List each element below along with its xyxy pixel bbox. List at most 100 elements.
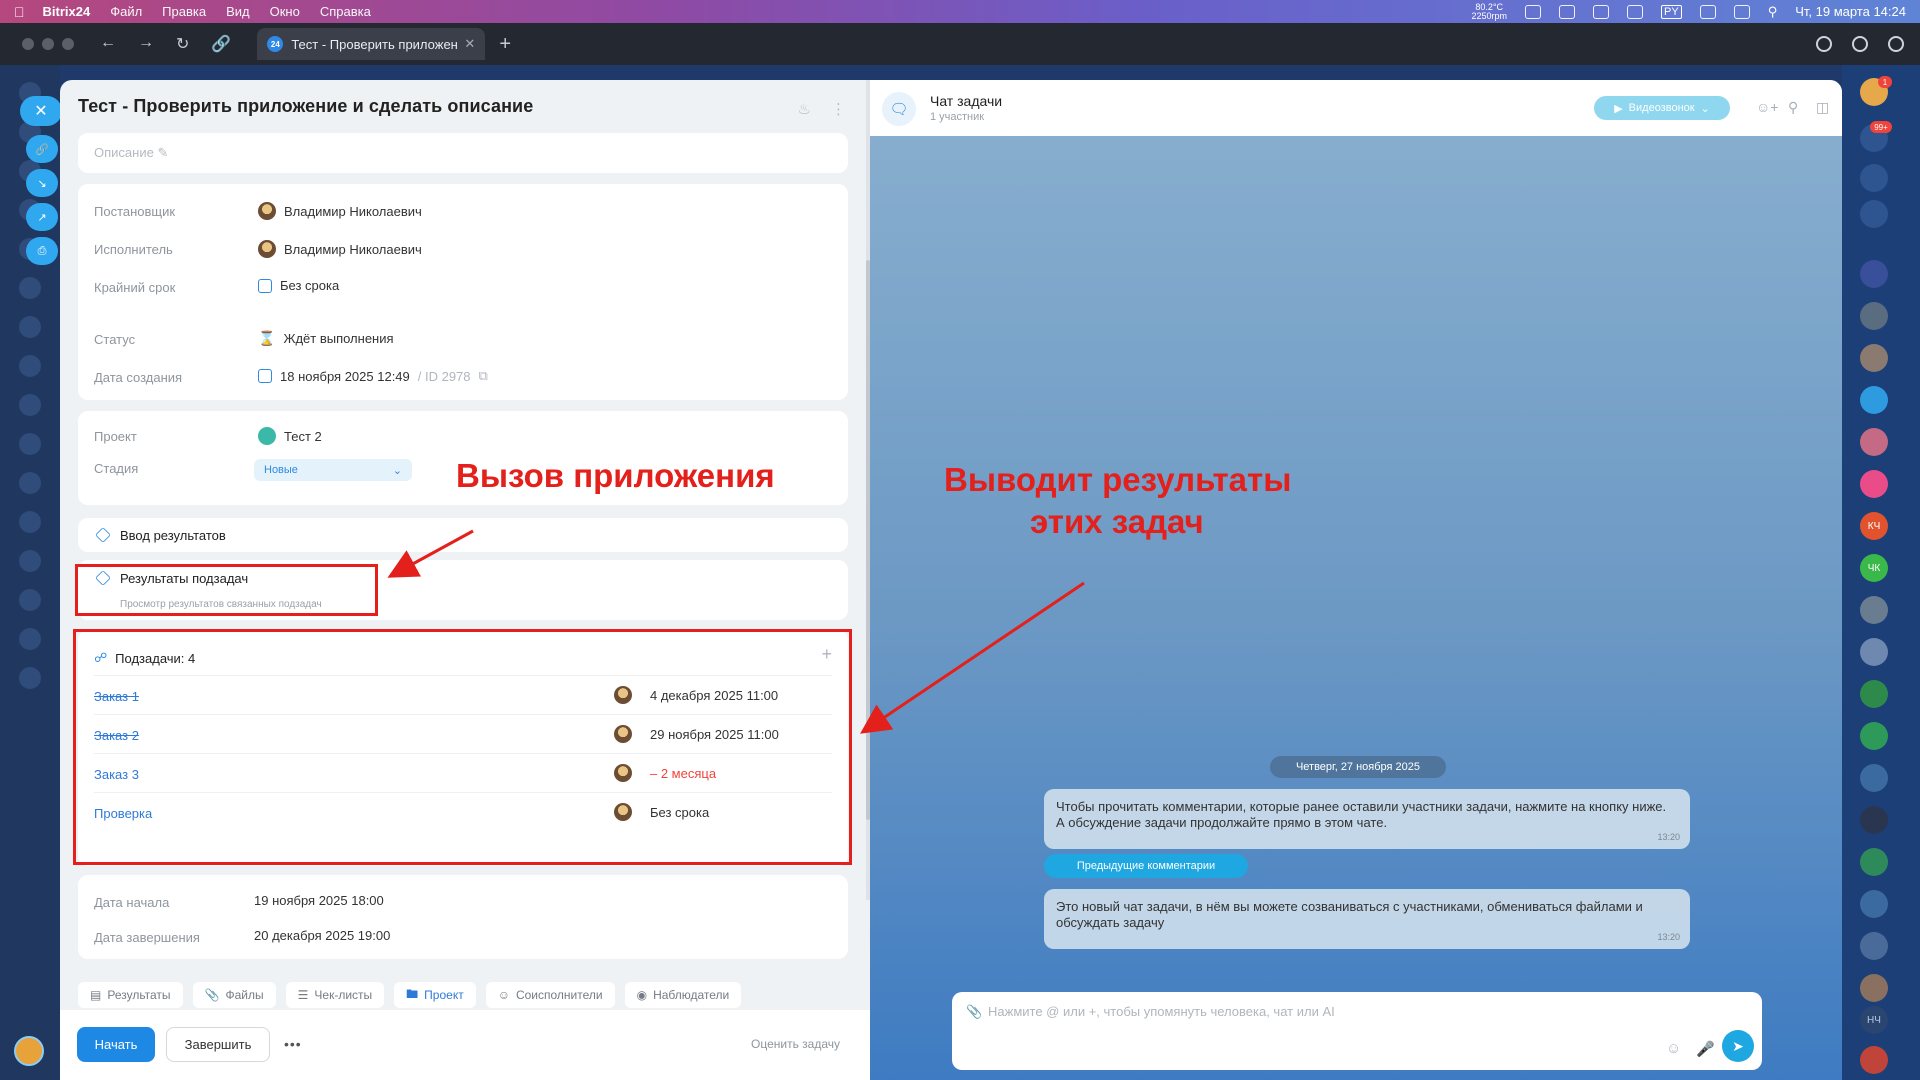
previous-comments-button[interactable]: Предыдущие комментарии xyxy=(1044,854,1248,878)
nav-item-icon[interactable] xyxy=(19,394,41,416)
flame-icon[interactable]: ♨ xyxy=(798,100,811,118)
search-icon[interactable]: ⚲ xyxy=(1788,99,1798,116)
stage-select[interactable]: Новые ⌄ xyxy=(254,459,412,481)
chat-participants[interactable]: 1 участник xyxy=(930,111,984,123)
browser-tab[interactable]: 24 Тест - Проверить приложен ✕ xyxy=(257,28,486,60)
nav-item-icon[interactable] xyxy=(19,472,41,494)
app-input-results[interactable]: Ввод результатов xyxy=(78,518,848,552)
menu-help[interactable]: Справка xyxy=(320,4,371,19)
more-vertical-icon[interactable]: ⋮ xyxy=(831,100,846,118)
finish-button[interactable]: Завершить xyxy=(166,1027,270,1062)
messenger-avatar[interactable] xyxy=(1860,764,1888,792)
messenger-avatar[interactable] xyxy=(1860,848,1888,876)
tab-project[interactable]: 🖿 Проект xyxy=(394,982,476,1008)
menu-window[interactable]: Окно xyxy=(270,4,300,19)
tab-results[interactable]: ▤ Результаты xyxy=(78,982,183,1008)
nav-item-icon[interactable] xyxy=(19,316,41,338)
messenger-avatar[interactable] xyxy=(1860,638,1888,666)
sidebar-toggle-icon[interactable]: ◫ xyxy=(1816,99,1829,116)
tab-coassignees[interactable]: ☺ Соисполнители xyxy=(485,982,615,1008)
messenger-avatar[interactable] xyxy=(1860,932,1888,960)
messenger-avatar[interactable] xyxy=(1860,722,1888,750)
messenger-avatar[interactable] xyxy=(1860,302,1888,330)
search-chat-icon[interactable] xyxy=(1860,200,1888,228)
messenger-avatar[interactable] xyxy=(1860,386,1888,414)
minimize-slider-button[interactable]: ↘ xyxy=(26,169,58,197)
nav-item-icon[interactable] xyxy=(19,433,41,455)
messenger-avatar[interactable] xyxy=(1860,974,1888,1002)
attach-icon[interactable]: 📎 xyxy=(966,1004,982,1020)
messenger-avatar-kch[interactable]: КЧ xyxy=(1860,512,1888,540)
messenger-avatar[interactable] xyxy=(1860,596,1888,624)
messenger-avatar[interactable] xyxy=(1860,428,1888,456)
start-date-value[interactable]: 19 ноября 2025 18:00 xyxy=(254,893,384,908)
tab-checklists[interactable]: ☰ Чек-листы xyxy=(285,982,385,1008)
telegram-icon[interactable] xyxy=(1559,4,1575,19)
nav-item-icon[interactable] xyxy=(19,511,41,533)
messenger-avatar-nch[interactable]: НЧ xyxy=(1860,1006,1888,1034)
menu-view[interactable]: Вид xyxy=(226,4,250,19)
video-icon[interactable] xyxy=(1860,1046,1888,1074)
datetime[interactable]: Чт, 19 марта 14:24 xyxy=(1795,4,1906,19)
close-window-button[interactable] xyxy=(22,38,34,50)
emoji-icon[interactable]: ☺ xyxy=(1666,1040,1681,1057)
apple-icon[interactable]:  xyxy=(14,4,25,20)
zoom-window-button[interactable] xyxy=(62,38,74,50)
rate-task-link[interactable]: Оценить задачу xyxy=(751,1037,840,1051)
add-user-icon[interactable]: ☺+ xyxy=(1756,99,1778,115)
messenger-avatar-chk[interactable]: ЧК xyxy=(1860,554,1888,582)
temperature-readout[interactable]: 80.2°C 2250rpm xyxy=(1471,2,1507,21)
nav-item-icon[interactable] xyxy=(19,550,41,572)
deadline-value[interactable]: Без срока xyxy=(258,278,339,293)
messenger-avatar[interactable] xyxy=(1860,344,1888,372)
reload-icon[interactable]: ↻ xyxy=(176,34,189,54)
message-input[interactable] xyxy=(988,1004,1708,1019)
minimize-window-button[interactable] xyxy=(42,38,54,50)
menu-app-name[interactable]: Bitrix24 xyxy=(43,4,91,19)
wifi-icon[interactable] xyxy=(1733,4,1750,19)
cloud-icon[interactable] xyxy=(1888,36,1904,52)
link-icon[interactable]: 🔗 xyxy=(211,34,231,54)
nav-item-icon[interactable] xyxy=(19,355,41,377)
close-tab-icon[interactable]: ✕ xyxy=(464,36,475,52)
messenger-avatar[interactable] xyxy=(1860,680,1888,708)
description-field[interactable]: Описание ✎ xyxy=(78,133,848,173)
forward-arrow-icon[interactable]: → xyxy=(138,34,154,54)
creator-value[interactable]: Владимир Николаевич xyxy=(258,202,422,220)
download-icon[interactable] xyxy=(1816,36,1832,52)
messenger-avatar[interactable] xyxy=(1860,890,1888,918)
copy-link-button[interactable]: 🔗 xyxy=(26,135,58,163)
project-value[interactable]: Тест 2 xyxy=(258,427,322,445)
search-icon[interactable]: ⚲ xyxy=(1768,4,1778,20)
back-arrow-icon[interactable]: ← xyxy=(100,34,116,54)
tab-files[interactable]: 📎 Файлы xyxy=(192,982,276,1008)
nav-item-icon[interactable] xyxy=(19,628,41,650)
copy-icon[interactable]: ⧉ xyxy=(479,368,488,384)
copilot-icon[interactable] xyxy=(1860,164,1888,192)
chat-title[interactable]: Чат задачи xyxy=(930,93,1002,109)
current-user-avatar[interactable] xyxy=(14,1036,44,1066)
start-button[interactable]: Начать xyxy=(77,1027,155,1062)
nav-item-icon[interactable] xyxy=(19,589,41,611)
messenger-avatar[interactable] xyxy=(1860,260,1888,288)
more-actions-button[interactable]: ••• xyxy=(284,1036,302,1052)
display-icon[interactable] xyxy=(1699,4,1716,19)
microphone-icon[interactable]: 🎤 xyxy=(1696,1040,1715,1058)
history-icon[interactable] xyxy=(1852,36,1868,52)
layers-icon[interactable] xyxy=(1593,4,1609,19)
volume-icon[interactable] xyxy=(1627,4,1643,19)
close-slider-button[interactable]: ✕ xyxy=(20,96,62,126)
menu-file[interactable]: Файл xyxy=(110,4,142,19)
send-button[interactable]: ➤ xyxy=(1722,1030,1754,1062)
nav-item-icon[interactable] xyxy=(19,667,41,689)
print-button[interactable]: ⎙ xyxy=(26,237,58,265)
menu-edit[interactable]: Правка xyxy=(162,4,206,19)
tray-icon[interactable] xyxy=(1525,4,1541,19)
open-new-window-button[interactable]: ↗ xyxy=(26,203,58,231)
end-date-value[interactable]: 20 декабря 2025 19:00 xyxy=(254,928,390,943)
messenger-avatar[interactable] xyxy=(1860,806,1888,834)
input-language[interactable]: PY xyxy=(1661,4,1682,19)
video-call-button[interactable]: ▶ Видеозвонок ⌄ xyxy=(1594,96,1730,120)
new-tab-icon[interactable]: + xyxy=(499,33,511,56)
tab-observers[interactable]: ◉ Наблюдатели xyxy=(624,982,742,1008)
